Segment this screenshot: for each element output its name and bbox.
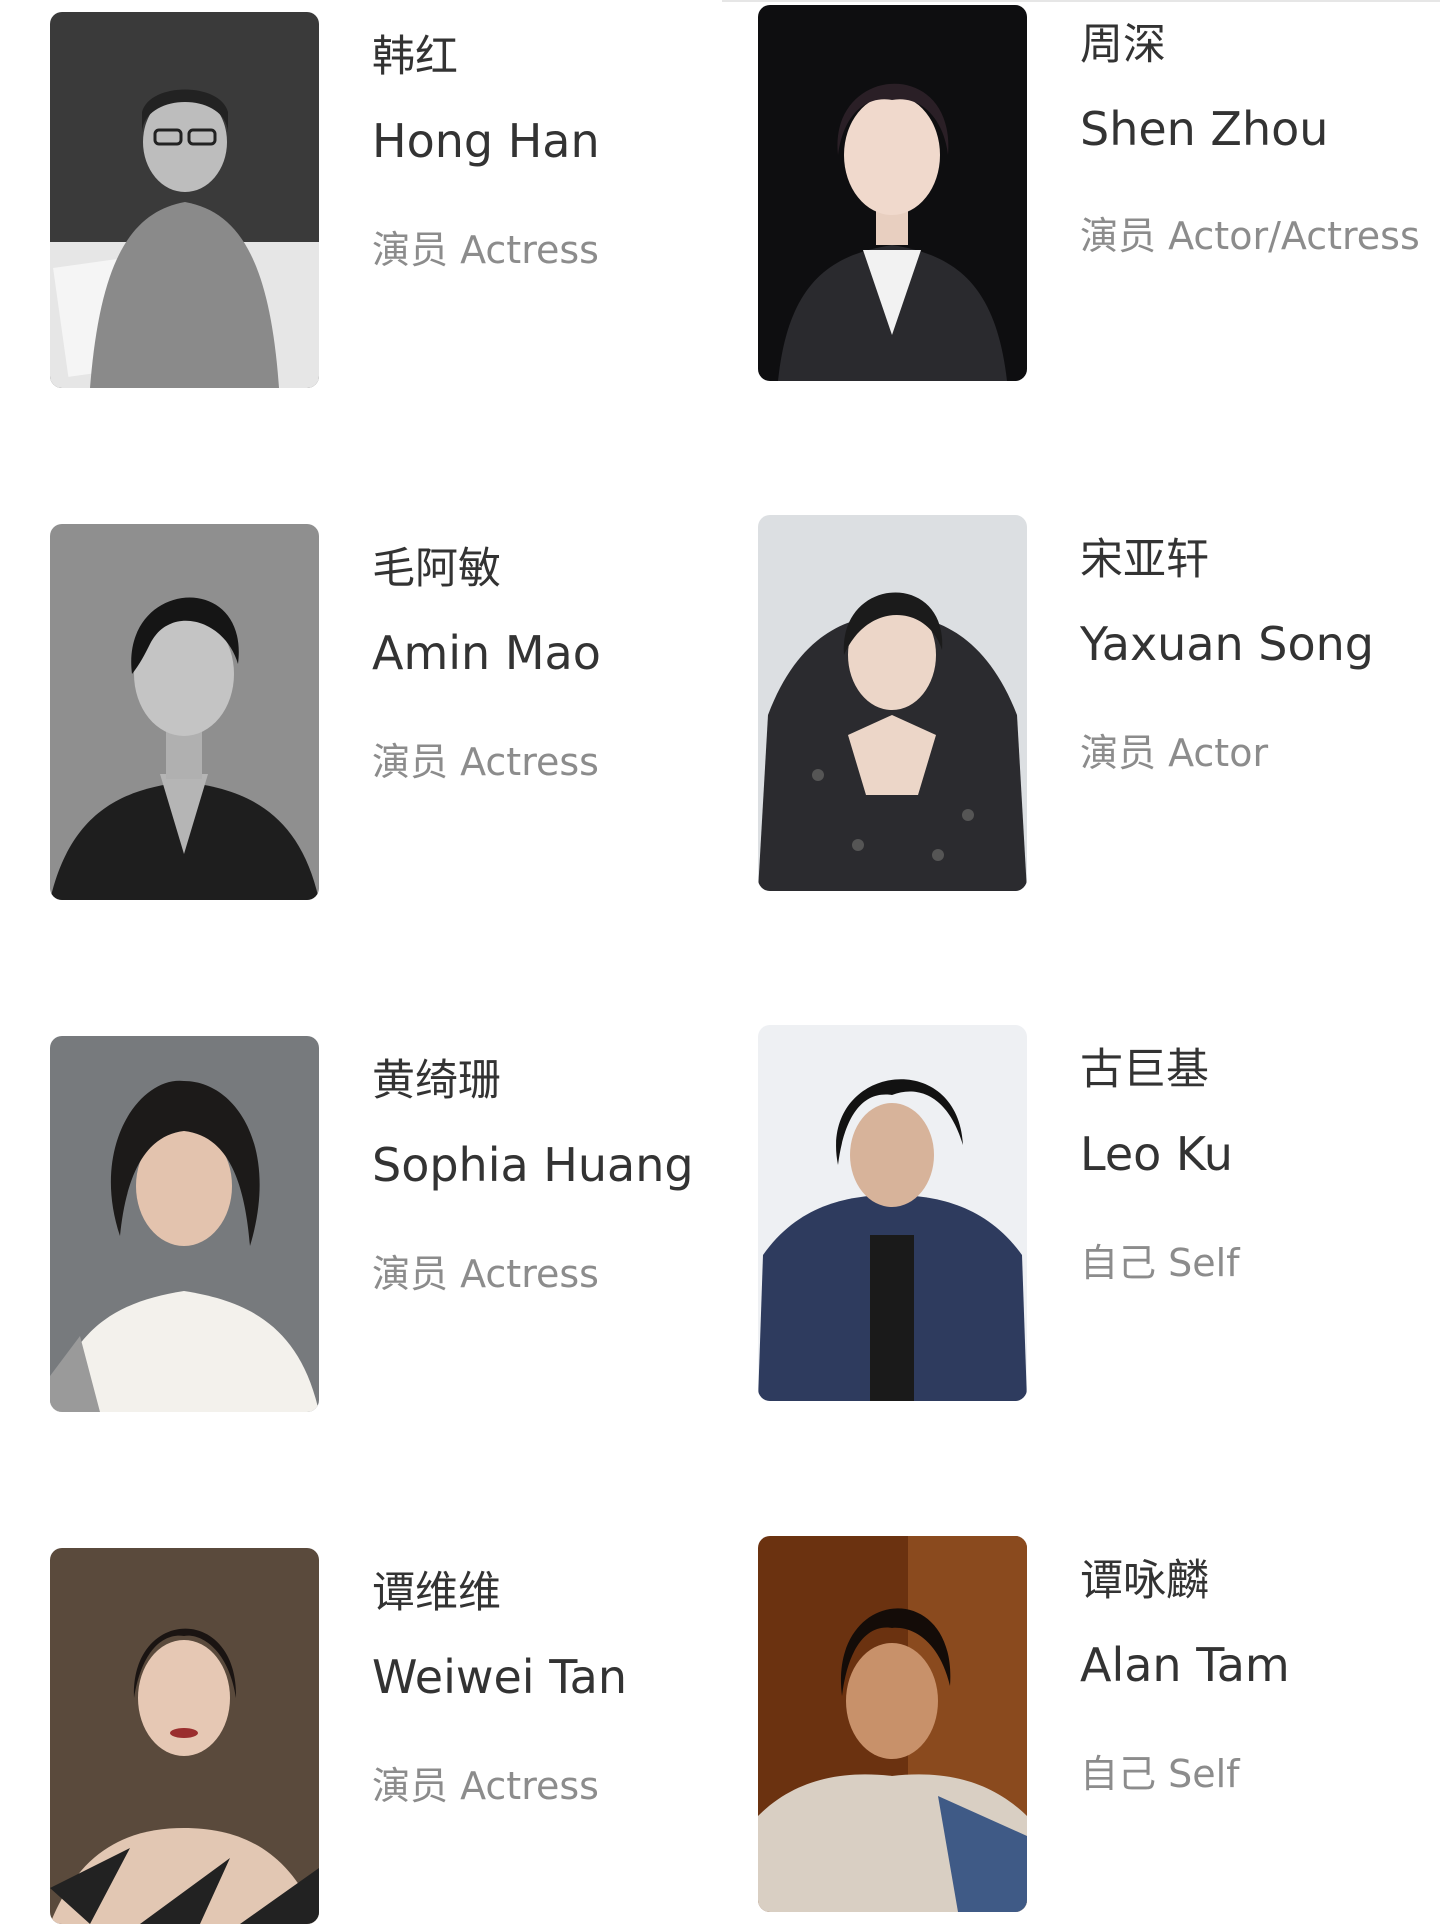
cast-role: 演员 Actress xyxy=(372,740,599,784)
cast-name-cn: 毛阿敏 xyxy=(372,544,501,594)
cast-card[interactable]: 古巨基 Leo Ku 自己 Self xyxy=(758,1025,1418,1405)
cast-name-en: Alan Tam xyxy=(1080,1638,1290,1692)
cast-name-cn: 周深 xyxy=(1080,20,1166,70)
cast-card[interactable]: 毛阿敏 Amin Mao 演员 Actress xyxy=(50,524,710,904)
cast-card[interactable]: 周深 Shen Zhou 演员 Actor/Actress xyxy=(758,5,1420,385)
cast-card[interactable]: 谭维维 Weiwei Tan 演员 Actress xyxy=(50,1548,710,1928)
cast-role: 自己 Self xyxy=(1080,1241,1240,1285)
cast-name-en: Yaxuan Song xyxy=(1080,617,1374,671)
cast-role: 演员 Actor xyxy=(1080,731,1269,775)
cast-name-en: Amin Mao xyxy=(372,626,601,680)
cast-name-en: Hong Han xyxy=(372,114,600,168)
cast-name-en: Shen Zhou xyxy=(1080,102,1329,156)
cast-name-cn: 谭咏麟 xyxy=(1080,1556,1209,1606)
cast-name-cn: 韩红 xyxy=(372,32,458,82)
cast-photo[interactable] xyxy=(50,1036,319,1412)
cast-photo[interactable] xyxy=(50,12,319,388)
cast-role: 演员 Actress xyxy=(372,1252,599,1296)
cast-name-en: Weiwei Tan xyxy=(372,1650,628,1704)
cast-card[interactable]: 黄绮珊 Sophia Huang 演员 Actress xyxy=(50,1036,710,1416)
cast-card[interactable]: 谭咏麟 Alan Tam 自己 Self xyxy=(758,1536,1418,1916)
cast-photo[interactable] xyxy=(758,5,1027,381)
cast-photo[interactable] xyxy=(50,1548,319,1924)
cast-name-cn: 古巨基 xyxy=(1080,1045,1209,1095)
cast-name-en: Sophia Huang xyxy=(372,1138,694,1192)
cast-card[interactable]: 韩红 Hong Han 演员 Actress xyxy=(50,12,710,392)
cast-name-cn: 黄绮珊 xyxy=(372,1056,501,1106)
cast-name-cn: 宋亚轩 xyxy=(1080,535,1209,585)
cast-photo[interactable] xyxy=(758,1536,1027,1912)
cast-photo[interactable] xyxy=(758,1025,1027,1401)
cast-card[interactable]: 宋亚轩 Yaxuan Song 演员 Actor xyxy=(758,515,1418,895)
top-divider xyxy=(722,0,1440,2)
cast-role: 演员 Actor/Actress xyxy=(1080,214,1420,258)
cast-name-en: Leo Ku xyxy=(1080,1127,1233,1181)
cast-role: 演员 Actress xyxy=(372,228,599,272)
cast-role: 自己 Self xyxy=(1080,1752,1240,1796)
cast-photo[interactable] xyxy=(758,515,1027,891)
cast-role: 演员 Actress xyxy=(372,1764,599,1808)
cast-photo[interactable] xyxy=(50,524,319,900)
cast-name-cn: 谭维维 xyxy=(372,1568,501,1618)
